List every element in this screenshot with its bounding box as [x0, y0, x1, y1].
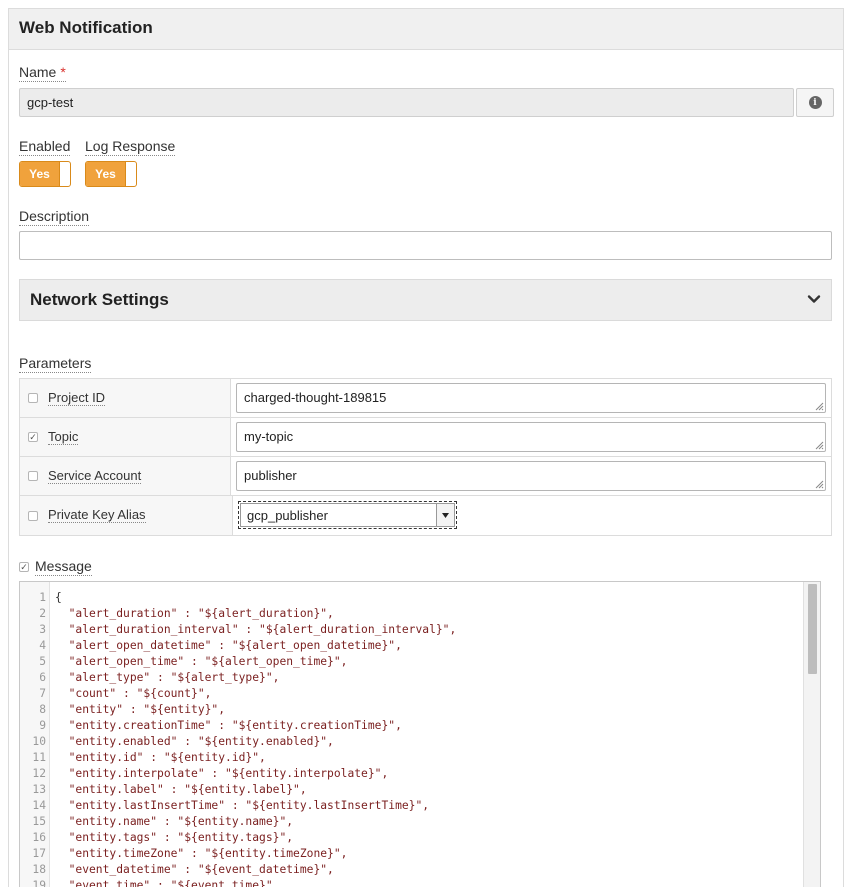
editor-scrollbar[interactable] — [803, 582, 820, 887]
line-number: 10 — [32, 735, 46, 748]
message-label: Message — [35, 558, 92, 576]
info-button[interactable]: i — [796, 88, 834, 117]
message-checkbox[interactable]: ✓ — [19, 562, 29, 572]
code-text: "entity.lastInsertTime" : "${entity.last… — [55, 799, 430, 812]
resize-grip-icon[interactable] — [815, 441, 824, 450]
topic-label: Topic — [48, 428, 79, 445]
description-label: Description — [19, 208, 90, 226]
line-number: 12 — [32, 767, 46, 780]
topic-checkbox[interactable]: ✓ — [28, 432, 38, 442]
param-value-cell: my-topic — [231, 418, 831, 456]
param-name-cell: ✓ Topic — [20, 418, 231, 456]
private-key-alias-label: Private Key Alias — [48, 507, 146, 523]
line-number: 9 — [39, 719, 46, 732]
line-number: 6 — [39, 671, 46, 684]
param-name-cell: Project ID — [20, 379, 231, 417]
project-id-input[interactable]: charged-thought-189815 — [236, 383, 826, 413]
code-text: "alert_open_datetime" : "${alert_open_da… — [55, 639, 402, 652]
code-text: "entity" : "${entity}", — [55, 703, 226, 716]
web-notification-panel: Web Notification Name * gcp-test i Enable… — [8, 8, 844, 887]
code-text: "alert_open_time" : "${alert_open_time}"… — [55, 655, 348, 668]
info-icon: i — [808, 96, 822, 109]
line-number: 13 — [32, 783, 46, 796]
parameters-table: Project ID charged-thought-189815 ✓ Topi… — [19, 378, 832, 536]
code-text: "alert_duration" : "${alert_duration}", — [55, 607, 334, 620]
topic-value: my-topic — [244, 429, 294, 444]
code-text: "entity.enabled" : "${entity.enabled}", — [55, 735, 334, 748]
enabled-label: Enabled — [19, 138, 71, 156]
param-name-cell: Service Account — [20, 457, 231, 495]
line-number: 4 — [39, 639, 46, 652]
private-key-alias-value: gcp_publisher — [247, 507, 328, 523]
network-settings-section[interactable]: Network Settings — [19, 279, 832, 321]
code-text: "event_time" : "${event_time}", — [55, 879, 280, 887]
param-row-topic: ✓ Topic my-topic — [20, 418, 831, 457]
network-settings-title: Network Settings — [30, 290, 169, 309]
project-id-checkbox[interactable] — [28, 393, 38, 403]
line-number: 18 — [32, 863, 46, 876]
resize-grip-icon[interactable] — [815, 402, 824, 411]
message-label-row: ✓ Message — [19, 558, 92, 576]
log-response-toggle-value: Yes — [86, 162, 126, 186]
dropdown-arrow-icon — [436, 504, 454, 526]
scrollbar-thumb[interactable] — [808, 584, 817, 674]
param-row-private-key-alias: Private Key Alias gcp_publisher — [20, 496, 831, 535]
param-value-cell: publisher — [231, 457, 831, 495]
code-text: "entity.name" : "${entity.name}", — [55, 815, 294, 828]
code-text: "entity.tags" : "${entity.tags}", — [55, 831, 294, 844]
line-number: 19 — [32, 879, 46, 887]
name-input[interactable]: gcp-test — [19, 88, 794, 117]
enabled-toggle-value: Yes — [20, 162, 60, 186]
service-account-checkbox[interactable] — [28, 471, 38, 481]
service-account-value: publisher — [244, 468, 297, 483]
line-number: 15 — [32, 815, 46, 828]
code-text: "entity.interpolate" : "${entity.interpo… — [55, 767, 389, 780]
code-text: "entity.id" : "${entity.id}", — [55, 751, 266, 764]
line-number: 2 — [39, 607, 46, 620]
message-editor[interactable]: 1 {2 "alert_duration" : "${alert_duration… — [19, 581, 821, 887]
private-key-alias-select[interactable]: gcp_publisher — [238, 501, 457, 529]
param-value-cell: charged-thought-189815 — [231, 379, 831, 417]
description-input[interactable] — [19, 231, 832, 260]
enabled-toggle[interactable]: Yes — [19, 161, 71, 187]
line-number: 3 — [39, 623, 46, 636]
param-value-cell: gcp_publisher — [233, 496, 831, 535]
service-account-label: Service Account — [48, 467, 142, 484]
project-id-value: charged-thought-189815 — [244, 390, 387, 405]
param-row-project-id: Project ID charged-thought-189815 — [20, 379, 831, 418]
param-name-cell: Private Key Alias — [20, 496, 233, 535]
line-number: 16 — [32, 831, 46, 844]
log-response-toggle[interactable]: Yes — [85, 161, 137, 187]
panel-header: Web Notification — [9, 9, 843, 50]
code-text: "entity.label" : "${entity.label}", — [55, 783, 307, 796]
private-key-alias-checkbox[interactable] — [28, 510, 38, 521]
service-account-input[interactable]: publisher — [236, 461, 826, 491]
name-label: Name * — [19, 64, 66, 82]
line-number: 8 — [39, 703, 46, 716]
code-text: "alert_duration_interval" : "${alert_dur… — [55, 623, 457, 636]
select-inner: gcp_publisher — [240, 503, 455, 527]
line-number: 14 — [32, 799, 46, 812]
code-text: { — [55, 591, 62, 604]
code-text: "entity.creationTime" : "${entity.creati… — [55, 719, 402, 732]
line-number: 17 — [32, 847, 46, 860]
parameters-label: Parameters — [19, 355, 92, 373]
panel-title: Web Notification — [19, 18, 153, 37]
log-response-label: Log Response — [85, 138, 176, 156]
param-row-service-account: Service Account publisher — [20, 457, 831, 496]
line-number: 7 — [39, 687, 46, 700]
line-number: 5 — [39, 655, 46, 668]
line-number: 11 — [32, 751, 46, 764]
project-id-label: Project ID — [48, 389, 106, 406]
required-mark: * — [60, 64, 66, 80]
code-text: "entity.timeZone" : "${entity.timeZone}"… — [55, 847, 348, 860]
line-number: 1 — [39, 591, 46, 604]
code-text: "alert_type" : "${alert_type}", — [55, 671, 280, 684]
name-label-text: Name — [19, 64, 57, 80]
topic-input[interactable]: my-topic — [236, 422, 826, 452]
resize-grip-icon[interactable] — [815, 480, 824, 489]
code-text: "count" : "${count}", — [55, 687, 212, 700]
chevron-down-icon — [807, 295, 821, 303]
code-text: "event_datetime" : "${event_datetime}", — [55, 863, 334, 876]
